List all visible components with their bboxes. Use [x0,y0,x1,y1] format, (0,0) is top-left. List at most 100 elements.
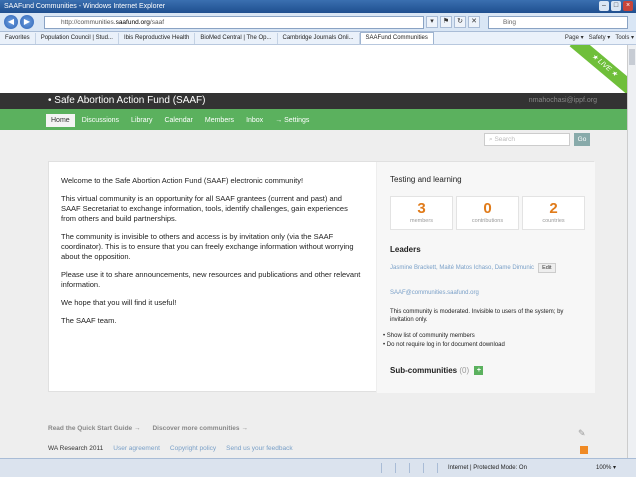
rss-icon[interactable] [580,446,588,454]
stat-countries[interactable]: 2 countries [522,196,585,230]
favorites-bar: Favorites Population Council | Stud... I… [0,32,636,45]
stat-number: 2 [549,200,558,217]
forward-arrow-icon[interactable]: ▶ [20,15,34,29]
footer-bottom: WA Research 2011 User agreement Copyrigh… [48,445,293,452]
search-bar: ⌕ Search Go [0,130,627,149]
add-subcommunity-icon[interactable]: + [474,366,484,376]
welcome-text: Welcome to the Safe Abortion Action Fund… [61,176,361,334]
compatibility-icon[interactable]: ⚑ [440,16,452,28]
footer-guides: Read the Quick Start Guide → Discover mo… [48,425,248,432]
moderation-note: This community is moderated. Invisible t… [390,309,564,323]
stat-number: 3 [417,200,426,217]
minimize-icon[interactable]: – [599,1,609,11]
community-nav: Home Discussions Library Calendar Member… [0,109,627,130]
command-safety[interactable]: Safety ▾ [589,32,611,44]
security-zone[interactable]: Internet | Protected Mode: On [448,462,527,474]
stat-label: countries [542,218,565,224]
stat-label: contributions [471,218,504,224]
tab-discussions[interactable]: Discussions [76,114,125,127]
stat-number: 0 [483,200,492,217]
tab-home[interactable]: Home [46,114,75,127]
browser-tab-active[interactable]: SAAFund Communities [359,32,434,44]
welcome-paragraph: The community is invisible to others and… [61,232,354,261]
address-bar-row: ◀ ▶ http://communities.saafund.org/saaf … [0,13,636,32]
community-name: • Safe Abortion Action Fund (SAAF) [48,95,206,106]
welcome-paragraph: We hope that you will find it useful! [61,298,177,307]
status-segment [412,463,424,473]
community-header: • Safe Abortion Action Fund (SAAF) nmaho… [0,93,627,109]
browser-tab[interactable]: Ibis Reproductive Health [119,32,196,44]
scrollbar-thumb[interactable] [629,49,635,65]
dropdown-icon[interactable]: ▾ [426,16,438,28]
web-page: ★ LIVE ★ • Safe Abortion Action Fund (SA… [0,45,627,458]
command-tools[interactable]: Tools ▾ [615,32,634,44]
command-bar: Page ▾ Safety ▾ Tools ▾ [558,32,634,44]
browser-tab[interactable]: Population Council | Stud... [36,32,119,44]
page-scrollbar[interactable] [627,45,636,458]
browser-tab[interactable]: BioMed Central | The Op... [195,32,278,44]
zoom-level[interactable]: 100% ▾ [596,462,616,474]
discover-link[interactable]: Discover more communities → [152,425,247,432]
stats-row: 3 members 0 contributions 2 countries [390,196,585,230]
window-titlebar: SAAFund Communities - Windows Internet E… [0,0,636,13]
browser-search-field[interactable]: Bing [488,16,628,29]
tab-calendar[interactable]: Calendar [159,114,198,127]
welcome-paragraph: Welcome to the Safe Abortion Action Fund… [61,176,304,185]
search-go-button[interactable]: Go [574,133,590,146]
window-controls: – □ × [599,1,633,11]
pencil-icon[interactable]: ✎ [578,428,586,439]
url-domain: saafund.org [115,19,150,26]
copyright-text: WA Research 2011 [48,445,104,452]
url-field[interactable]: http://communities.saafund.org/saaf [44,16,424,29]
quick-start-link[interactable]: Read the Quick Start Guide → [48,425,140,432]
status-segment [398,463,410,473]
live-ribbon: ★ LIVE ★ [569,45,627,97]
status-bar: Internet | Protected Mode: On 100% ▾ [0,458,636,477]
stat-members[interactable]: 3 members [390,196,453,230]
community-options: Show list of community members Do not re… [383,332,505,350]
subcommunities-count: (0) [459,366,470,375]
favorites-button[interactable]: Favorites [0,32,36,44]
tab-members[interactable]: Members [199,114,240,127]
tab-settings[interactable]: → Settings [270,114,315,127]
subcommunities-heading: Sub-communities (0) + [390,366,484,376]
search-input[interactable]: ⌕ Search [484,133,570,146]
welcome-paragraph: This virtual community is an opportunity… [61,194,348,223]
status-segment [384,463,396,473]
status-segment [426,463,438,473]
stop-icon[interactable]: ✕ [468,16,480,28]
leaders-links[interactable]: Jasmine Brackett, Maité Matos Ichaso, Da… [390,265,534,271]
leaders-heading: Leaders [390,245,421,254]
welcome-paragraph: Please use it to share announcements, ne… [61,270,361,289]
option-no-login: Do not require log in for document downl… [383,341,505,350]
live-label: LIVE [596,58,613,74]
search-placeholder: Search [494,136,516,143]
main-content: Welcome to the Safe Abortion Action Fund… [0,149,627,458]
option-show-members[interactable]: Show list of community members [383,332,505,341]
close-icon[interactable]: × [623,1,633,11]
user-email[interactable]: nmahochasi@ippf.org [529,93,597,109]
community-email-link[interactable]: SAAF@communities.saafund.org [390,290,479,296]
stat-label: members [410,218,433,224]
community-card: Welcome to the Safe Abortion Action Fund… [48,161,595,393]
url-path: /saaf [149,19,164,26]
tab-library[interactable]: Library [126,114,158,127]
refresh-icon[interactable]: ↻ [454,16,466,28]
browser-search-placeholder: Bing [503,19,517,26]
back-arrow-icon[interactable]: ◀ [4,15,18,29]
status-segment [370,463,382,473]
sidebar-title: Testing and learning [390,175,462,184]
leaders-list: Jasmine Brackett, Maité Matos Ichaso, Da… [390,263,556,273]
command-page[interactable]: Page ▾ [565,32,584,44]
stat-contributions[interactable]: 0 contributions [456,196,519,230]
address-tools: ▾ ⚑ ↻ ✕ [426,16,480,28]
maximize-icon[interactable]: □ [611,1,621,11]
edit-leaders-button[interactable]: Edit [538,263,556,273]
feedback-link[interactable]: Send us your feedback [226,445,293,452]
welcome-paragraph: The SAAF team. [61,316,117,325]
browser-tab[interactable]: Cambridge Journals Onli... [278,32,360,44]
user-agreement-link[interactable]: User agreement [113,445,160,452]
url-prefix: http://communities. [61,19,116,26]
tab-inbox[interactable]: Inbox [241,114,269,127]
copyright-policy-link[interactable]: Copyright policy [170,445,216,452]
